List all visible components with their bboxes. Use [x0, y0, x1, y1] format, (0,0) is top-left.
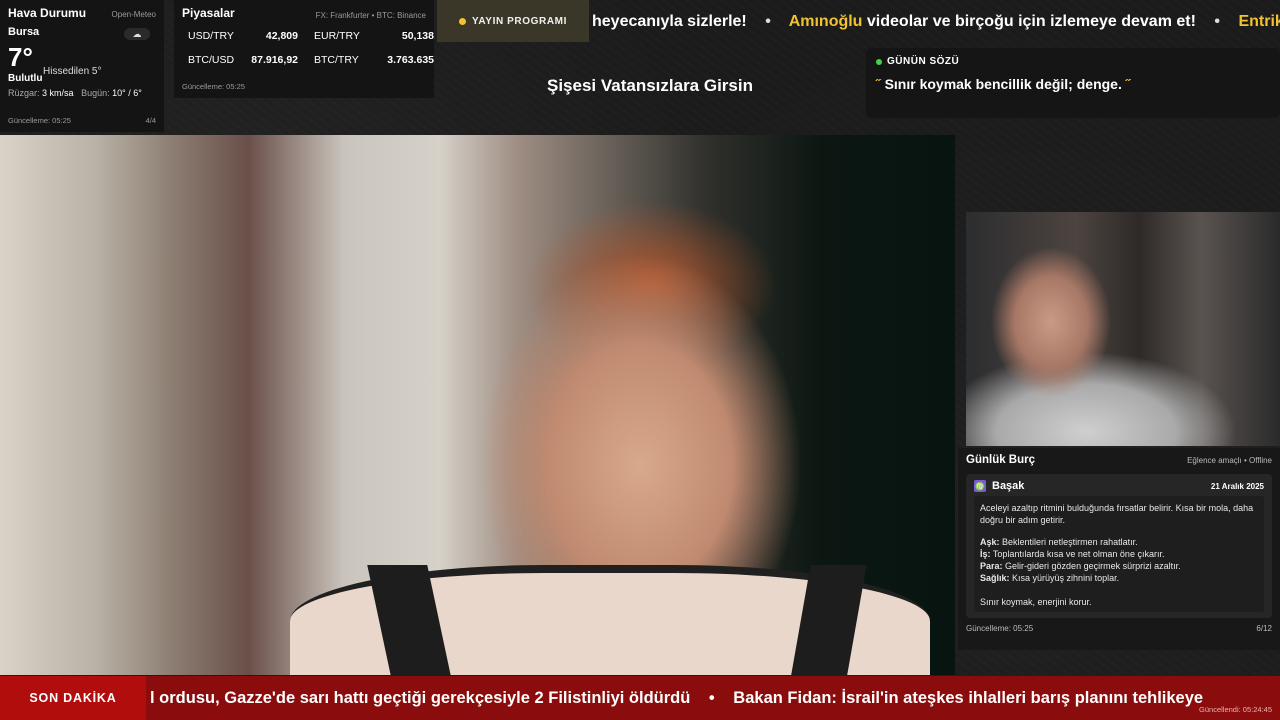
ticker-highlight: Entrika	[1238, 13, 1280, 30]
horoscope-footer: Güncelleme: 05:25 6/12	[966, 624, 1272, 633]
market-value: 3.763.635	[387, 54, 434, 66]
top-ticker: heyecanıyla sizlerle! • Amınoğlu videola…	[592, 0, 1280, 44]
market-item: BTC/USD 87.916,92	[188, 54, 298, 66]
horoscope-header: Günlük Burç Eğlence amaçlı • Offline	[966, 454, 1272, 466]
cloud-icon: ☁	[124, 28, 150, 40]
horoscope-body: Aceleyi azaltıp ritmini bulduğunda fırsa…	[974, 496, 1264, 612]
quote-body: Sınır koymak bencillik değil; denge.	[884, 76, 1122, 92]
market-value: 42,809	[265, 30, 298, 42]
top-ticker-track: heyecanıyla sizlerle! • Amınoğlu videola…	[592, 13, 1280, 31]
horoscope-line: İş: Toplantılarda kısa ve net olman öne …	[980, 548, 1258, 560]
ticker-updated: Güncellendi: 05:24:45	[1199, 705, 1272, 714]
broadcast-label-text: YAYIN PROGRAMI	[472, 15, 567, 27]
market-value: 50,138	[401, 30, 434, 42]
market-item: BTC/TRY 3.763.635	[314, 54, 434, 66]
today-label: Bugün:	[81, 88, 110, 98]
ticker-text: videolar ve birçoğu için izlemeye devam …	[866, 13, 1196, 30]
market-label: EUR/TRY	[314, 30, 360, 42]
quote-text: ˝ Sınır koymak bencillik değil; denge. ˝	[876, 76, 1270, 92]
horoscope-closing: Sınır koymak, enerjini korur.	[980, 597, 1092, 607]
quote-panel: GÜNÜN SÖZÜ ˝ Sınır koymak bencillik deği…	[866, 48, 1280, 118]
weather-page: 4/4	[145, 116, 156, 125]
weather-updated: Güncelleme: 05:25	[8, 116, 71, 125]
horoscope-date: 21 Aralık 2025	[1210, 481, 1264, 491]
horoscope-updated: Güncelleme: 05:25	[966, 624, 1034, 633]
live-dot-icon	[459, 17, 467, 25]
horoscope-line: Aşk: Beklentileri netleştirmen rahatlatı…	[980, 536, 1258, 548]
breaking-news-label: SON DAKİKA	[0, 676, 146, 720]
breaking-news-track: l ordusu, Gazze'de sarı hattı geçtiği ge…	[146, 689, 1203, 708]
weather-panel: Hava Durumu Open-Meteo Bursa ☁ 7° Hissed…	[0, 0, 164, 132]
quote-title-text: GÜNÜN SÖZÜ	[887, 56, 960, 67]
broadcast-schedule-label: YAYIN PROGRAMI	[437, 0, 589, 42]
line-label: Sağlık:	[980, 573, 1010, 583]
line-label: Aşk:	[980, 537, 1000, 547]
market-label: BTC/USD	[188, 54, 235, 66]
news-item: l ordusu, Gazze'de sarı hattı geçtiği ge…	[150, 688, 691, 707]
wind-label: Rüzgar:	[8, 88, 40, 98]
market-value: 87.916,92	[251, 54, 298, 66]
quote-close-mark: ˝	[1125, 76, 1131, 92]
weather-source: Open-Meteo	[111, 10, 156, 19]
now-playing-title: Şişesi Vatansızlara Girsin	[546, 76, 753, 95]
sign-name: Başak	[992, 480, 1025, 492]
market-item: USD/TRY 42,809	[188, 30, 298, 42]
weather-temp: 7°	[8, 42, 33, 72]
line-text: Gelir-gideri gözden geçirmek sürprizi az…	[1005, 561, 1181, 571]
markets-source: FX: Frankfurter • BTC: Binance	[315, 11, 426, 20]
horoscope-panel: Günlük Burç Eğlence amaçlı • Offline ♍ B…	[958, 448, 1280, 650]
markets-panel: Piyasalar FX: Frankfurter • BTC: Binance…	[174, 0, 434, 98]
quote-open-mark: ˝	[876, 76, 881, 92]
horoscope-line: Para: Gelir-gideri gözden geçirmek sürpr…	[980, 560, 1258, 572]
weather-details: Rüzgar: 3 km/sa Bugün: 10° / 6°	[8, 88, 156, 98]
horoscope-lines: Aşk: Beklentileri netleştirmen rahatlatı…	[980, 536, 1258, 584]
breaking-news-ticker: SON DAKİKA l ordusu, Gazze'de sarı hattı…	[0, 676, 1280, 720]
markets-grid: USD/TRY 42,809 EUR/TRY 50,138 BTC/USD 87…	[182, 30, 434, 66]
today-value: 10° / 6°	[112, 88, 142, 98]
market-item: EUR/TRY 50,138	[314, 30, 434, 42]
horoscope-sign: ♍ Başak	[974, 480, 1024, 492]
ticker-text: heyecanıyla sizlerle!	[592, 13, 747, 30]
horoscope-title: Günlük Burç	[966, 454, 1036, 466]
market-label: BTC/TRY	[314, 54, 359, 66]
quote-title: GÜNÜN SÖZÜ	[876, 56, 1270, 67]
horoscope-card: ♍ Başak 21 Aralık 2025 Aceleyi azaltıp r…	[966, 474, 1272, 618]
line-label: Para:	[980, 561, 1003, 571]
webcam-feed	[966, 212, 1280, 446]
market-label: USD/TRY	[188, 30, 234, 42]
line-text: Beklentileri netleştirmen rahatlatır.	[1002, 537, 1138, 547]
ticker-separator: •	[765, 13, 771, 30]
weather-feels: Hissedilen 5°	[43, 66, 102, 77]
news-item: Bakan Fidan: İsrail'in ateşkes ihlalleri…	[733, 688, 1204, 707]
news-separator: •	[708, 688, 715, 707]
ticker-separator: •	[1214, 13, 1220, 30]
virgo-icon: ♍	[974, 480, 986, 492]
main-video[interactable]	[0, 135, 955, 675]
markets-updated: Güncelleme: 05:25	[182, 82, 245, 91]
horoscope-intro: Aceleyi azaltıp ritmini bulduğunda fırsa…	[980, 503, 1254, 525]
ticker-highlight: Amınoğlu	[788, 13, 863, 30]
horoscope-subtitle: Eğlence amaçlı • Offline	[1187, 456, 1272, 465]
horoscope-page: 6/12	[1256, 624, 1272, 633]
line-label: İş:	[980, 549, 991, 559]
line-text: Toplantılarda kısa ve net olman öne çıka…	[992, 549, 1165, 559]
horoscope-sign-row: ♍ Başak 21 Aralık 2025	[974, 480, 1264, 492]
status-dot-icon	[876, 58, 882, 65]
wind-value: 3 km/sa	[42, 88, 74, 98]
line-text: Kısa yürüyüş zihnini toplar.	[1012, 573, 1120, 583]
horoscope-line: Sağlık: Kısa yürüyüş zihnini toplar.	[980, 572, 1258, 584]
